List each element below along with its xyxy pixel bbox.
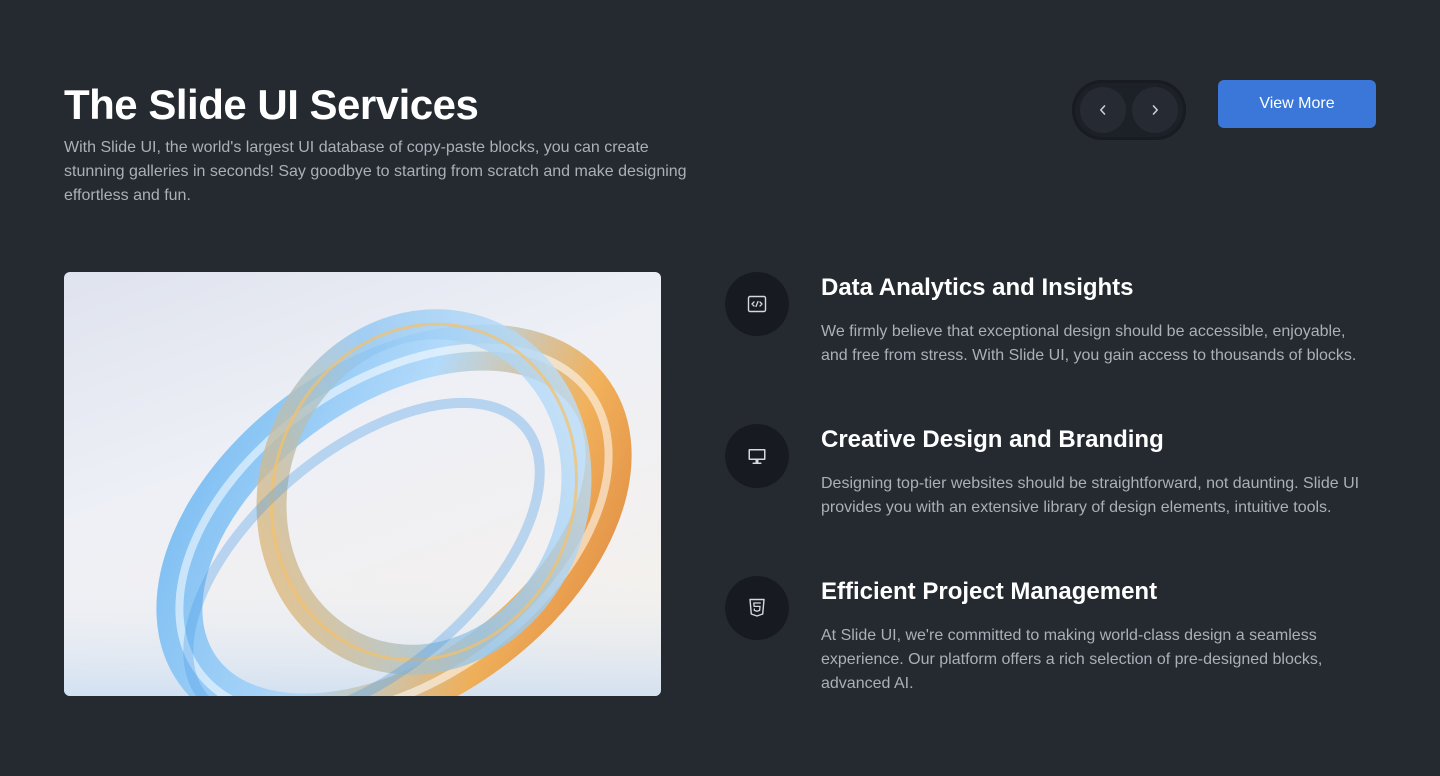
page-title: The Slide UI Services bbox=[64, 81, 479, 128]
carousel-nav bbox=[1072, 80, 1186, 140]
html5-icon bbox=[749, 598, 765, 617]
view-more-button[interactable]: View More bbox=[1218, 80, 1376, 128]
next-button[interactable] bbox=[1132, 87, 1178, 133]
service-description: We firmly believe that exceptional desig… bbox=[821, 323, 1357, 364]
hero-image bbox=[64, 272, 661, 696]
monitor-icon bbox=[748, 449, 766, 464]
page-subtitle: With Slide UI, the world's largest UI da… bbox=[64, 139, 687, 204]
service-description: At Slide UI, we're committed to making w… bbox=[821, 627, 1323, 692]
service-icon-circle bbox=[725, 576, 789, 640]
service-title: Creative Design and Branding bbox=[821, 426, 1164, 453]
services-section: The Slide UI Services With Slide UI, the… bbox=[0, 0, 1440, 776]
service-icon-circle bbox=[725, 424, 789, 488]
service-description: Designing top-tier websites should be st… bbox=[821, 475, 1360, 516]
service-title: Efficient Project Management bbox=[821, 578, 1158, 605]
service-title: Data Analytics and Insights bbox=[821, 274, 1134, 301]
code-icon bbox=[747, 295, 767, 313]
prev-button[interactable] bbox=[1080, 87, 1126, 133]
service-icon-circle bbox=[725, 272, 789, 336]
chevron-left-icon bbox=[1100, 105, 1106, 115]
chevron-right-icon bbox=[1152, 105, 1158, 115]
